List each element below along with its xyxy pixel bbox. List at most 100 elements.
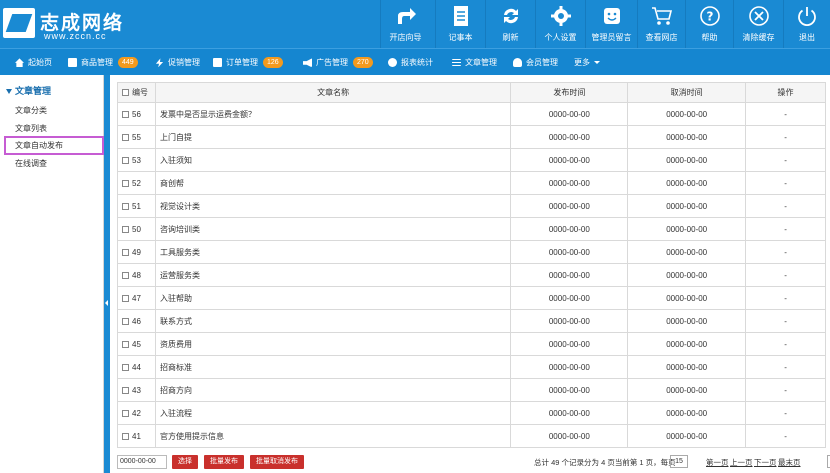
table-row: 55 上门自提 0000-00-00 0000-00-00- <box>117 125 826 149</box>
sidebar-item-article-category[interactable]: 文章分类 <box>15 105 47 116</box>
nav-orders[interactable]: 订单管理 126 <box>213 49 283 76</box>
cell-publish-time: 0000-00-00 <box>510 378 629 402</box>
goods-count-badge: 449 <box>118 57 138 69</box>
cell-publish-time: 0000-00-00 <box>510 309 629 333</box>
chevron-left-icon <box>105 300 108 306</box>
row-checkbox[interactable] <box>122 340 129 348</box>
row-checkbox[interactable] <box>122 386 129 394</box>
row-checkbox[interactable] <box>122 317 129 325</box>
cell-operation: - <box>745 217 826 241</box>
ads-count-badge: 270 <box>353 57 373 69</box>
row-checkbox[interactable] <box>122 133 129 141</box>
cell-article-name: 联系方式 <box>154 309 512 333</box>
cell-cancel-time: 0000-00-00 <box>627 102 747 126</box>
cell-article-name: 运营服务类 <box>154 263 512 287</box>
lightning-icon <box>155 58 164 68</box>
nav-goods[interactable]: 商品管理 449 <box>68 49 138 76</box>
sidebar-title[interactable]: 文章管理 <box>6 84 51 97</box>
cell-cancel-time: 0000-00-00 <box>627 217 747 241</box>
cart-icon <box>651 7 672 25</box>
prev-page-link[interactable]: 上一页 <box>730 457 753 468</box>
cell-publish-time: 0000-00-00 <box>510 424 629 448</box>
main-nav: 起始页 商品管理 449 促销管理 订单管理 126 广告管理 270 报表统计 文章… <box>0 48 830 75</box>
nav-members[interactable]: 会员管理 <box>513 49 558 76</box>
cell-publish-time: 0000-00-00 <box>510 102 629 126</box>
nav-ads[interactable]: 广告管理 270 <box>303 49 373 76</box>
nav-promotion[interactable]: 促销管理 <box>155 49 200 76</box>
cell-operation: - <box>745 102 826 126</box>
row-checkbox[interactable] <box>122 409 129 417</box>
cell-operation: - <box>745 171 826 195</box>
table-header-row: 编号 文章名称 发布时间 取消时间 操作 <box>117 82 826 103</box>
goods-icon <box>68 58 77 68</box>
toolbar-logout-button[interactable]: 退出 <box>783 0 830 48</box>
toolbar-refresh-button[interactable]: 刷新 <box>485 0 535 48</box>
article-table: 编号 文章名称 发布时间 取消时间 操作 56 发票中是否显示运费金额？ 0000-… <box>117 82 826 448</box>
first-page-link[interactable]: 第一页 <box>706 457 729 468</box>
row-checkbox[interactable] <box>122 179 129 187</box>
nav-home[interactable]: 起始页 <box>15 49 52 76</box>
cell-cancel-time: 0000-00-00 <box>627 171 747 195</box>
cell-operation: - <box>745 148 826 172</box>
select-button[interactable]: 选择 <box>172 455 198 469</box>
next-page-link[interactable]: 下一页 <box>754 457 777 468</box>
selected-item-highlight <box>4 136 104 155</box>
row-checkbox[interactable] <box>122 363 129 371</box>
date-input[interactable]: 0000-00-00 <box>117 455 167 469</box>
row-checkbox[interactable] <box>122 432 129 440</box>
toolbar-view-shop-button[interactable]: 查看网店 <box>637 0 685 48</box>
sidebar-item-online-survey[interactable]: 在线调查 <box>15 158 47 169</box>
row-checkbox[interactable] <box>122 225 129 233</box>
cell-cancel-time: 0000-00-00 <box>627 378 747 402</box>
cell-article-name: 咨询培训类 <box>154 217 512 241</box>
cell-operation: - <box>745 240 826 264</box>
cell-cancel-time: 0000-00-00 <box>627 240 747 264</box>
cell-operation: - <box>745 309 826 333</box>
batch-cancel-publish-button[interactable]: 批量取消发布 <box>250 455 304 469</box>
row-checkbox[interactable] <box>122 110 129 118</box>
table-row: 51 视觉设计类 0000-00-00 0000-00-00- <box>117 194 826 218</box>
nav-reports[interactable]: 报表统计 <box>388 49 433 76</box>
top-header: 志成网络 www.zccn.cc 开店向导 记事本 刷新 个人设置 管理员留言 … <box>0 0 830 48</box>
row-checkbox[interactable] <box>122 271 129 279</box>
gear-icon <box>550 6 571 26</box>
cell-cancel-time: 0000-00-00 <box>627 263 747 287</box>
toolbar-clear-cache-button[interactable]: 清除缓存 <box>733 0 783 48</box>
select-all-checkbox[interactable] <box>122 89 129 97</box>
row-checkbox[interactable] <box>122 202 129 210</box>
cell-id: 49 <box>117 240 156 264</box>
svg-text:?: ? <box>706 10 713 24</box>
cell-article-name: 商创帮 <box>154 171 512 195</box>
sidebar-item-article-list[interactable]: 文章列表 <box>15 123 47 134</box>
toolbar-admin-message-button[interactable]: 管理员留言 <box>585 0 637 48</box>
clear-x-icon <box>748 6 769 26</box>
row-checkbox[interactable] <box>122 248 129 256</box>
batch-publish-button[interactable]: 批量发布 <box>204 455 244 469</box>
pagination-info: 总计 49 个记录分为 4 页当前第 1 页，每页 <box>534 458 676 467</box>
toolbar-notebook-button[interactable]: 记事本 <box>435 0 485 48</box>
cell-id: 41 <box>117 424 156 448</box>
toolbar-help-button[interactable]: ? 帮助 <box>685 0 733 48</box>
row-checkbox[interactable] <box>122 156 129 164</box>
user-icon <box>513 58 522 68</box>
cell-article-name: 上门自提 <box>154 125 512 149</box>
table-row: 48 运营服务类 0000-00-00 0000-00-00- <box>117 263 826 287</box>
row-checkbox[interactable] <box>122 294 129 302</box>
table-row: 49 工具服务类 0000-00-00 0000-00-00- <box>117 240 826 264</box>
cell-publish-time: 0000-00-00 <box>510 194 629 218</box>
cell-article-name: 入驻须知 <box>154 148 512 172</box>
cell-id: 42 <box>117 401 156 425</box>
toolbar-personal-settings-button[interactable]: 个人设置 <box>535 0 585 48</box>
logo-url: www.zccn.cc <box>44 31 107 41</box>
table-row: 43 招商方向 0000-00-00 0000-00-00- <box>117 378 826 402</box>
cell-article-name: 官方使用提示信息 <box>154 424 512 448</box>
nav-more-dropdown[interactable]: 更多 <box>574 49 601 76</box>
table-footer: 0000-00-00 选择 批量发布 批量取消发布 总计 49 个记录分为 4 … <box>117 455 830 469</box>
cell-article-name: 入驻帮助 <box>154 286 512 310</box>
list-icon <box>452 59 461 67</box>
toolbar-shop-wizard-button[interactable]: 开店向导 <box>380 0 430 48</box>
nav-articles[interactable]: 文章管理 <box>452 49 497 76</box>
last-page-link[interactable]: 最末页 <box>778 457 801 468</box>
per-page-input[interactable]: 15 <box>670 455 688 468</box>
table-row: 45 资质费用 0000-00-00 0000-00-00- <box>117 332 826 356</box>
